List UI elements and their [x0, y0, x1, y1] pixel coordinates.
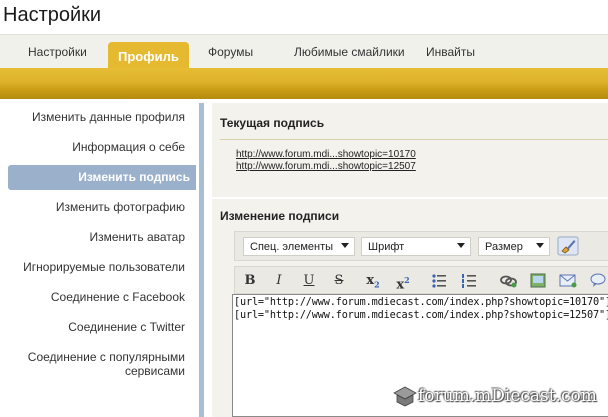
tab-favorite-smileys[interactable]: Любимые смайлики [294, 45, 405, 59]
subscript-icon: x [366, 273, 375, 288]
sidebar-item-edit-signature[interactable]: Изменить подпись [8, 165, 196, 190]
tab-settings[interactable]: Настройки [28, 45, 87, 59]
watermark: forum.mDiecast.com [418, 386, 597, 406]
page-title: Настройки [3, 4, 102, 26]
sidebar-item-label: сервисами [124, 364, 185, 378]
font-select[interactable]: Шрифт [361, 237, 471, 256]
image-icon[interactable] [527, 270, 549, 291]
signature-link[interactable]: http://www.forum.mdi...showtopic=12507 [236, 161, 416, 172]
signature-link[interactable]: http://www.forum.mdi...showtopic=10170 [236, 149, 416, 160]
special-elements-select[interactable]: Спец. элементы [243, 237, 355, 256]
sidebar-item-label: Изменить подпись [78, 170, 190, 184]
sidebar-item-facebook[interactable]: Соединение с Facebook [51, 290, 185, 304]
sidebar-item-edit-profile[interactable]: Изменить данные профиля [32, 110, 185, 124]
superscript-button[interactable]: x2 [392, 270, 414, 293]
sidebar-item-edit-photo[interactable]: Изменить фотографию [56, 200, 185, 214]
sidebar-item-popular-services[interactable]: Соединение с популярными сервисами [28, 350, 185, 378]
sidebar-item-label: Соединение с популярными [27, 350, 185, 364]
tab-forums[interactable]: Форумы [208, 45, 253, 59]
chevron-down-icon [536, 243, 544, 248]
email-icon[interactable] [557, 270, 579, 291]
editor-line: [url="http://www.forum.mdiecast.com/inde… [234, 310, 608, 321]
header-band [0, 68, 608, 99]
watermark-logo-icon [393, 386, 417, 407]
profile-sidebar: Изменить данные профиля Информация о себ… [0, 103, 199, 417]
select-value: Размер [485, 241, 523, 253]
bullet-list-icon[interactable] [428, 270, 450, 291]
superscript-icon: x [396, 277, 405, 293]
sidebar-item-about-me[interactable]: Информация о себе [72, 140, 185, 154]
size-select[interactable]: Размер [478, 237, 550, 256]
editor-line: [url="http://www.forum.mdiecast.com/inde… [234, 297, 608, 308]
sidebar-item-ignored-users[interactable]: Игнорируемые пользователи [23, 260, 185, 274]
sidebar-item-edit-avatar[interactable]: Изменить аватар [90, 230, 186, 244]
select-value: Спец. элементы [250, 241, 334, 253]
italic-button[interactable]: I [268, 270, 290, 291]
sidebar-item-twitter[interactable]: Соединение с Twitter [68, 320, 185, 334]
bold-button[interactable]: B [239, 270, 261, 291]
chevron-down-icon [341, 243, 349, 248]
settings-page: Настройки Настройки Профиль Форумы Любим… [0, 0, 608, 417]
tab-invites[interactable]: Инвайты [426, 45, 475, 59]
select-value: Шрифт [368, 241, 405, 253]
quote-icon[interactable] [587, 270, 608, 291]
link-icon[interactable] [497, 270, 519, 291]
tab-bar: Настройки Профиль Форумы Любимые смайлик… [0, 34, 608, 70]
edit-signature-title: Изменение подписи [220, 209, 340, 223]
current-signature-title: Текущая подпись [220, 116, 325, 130]
subscript-mark: 2 [374, 279, 380, 290]
main-content: Текущая подпись http://www.forum.mdi...s… [212, 103, 608, 417]
strikethrough-button[interactable]: S [328, 270, 350, 291]
underline-button[interactable]: U [298, 270, 320, 291]
superscript-mark: 2 [404, 275, 410, 285]
divider [220, 139, 608, 140]
current-signature-panel: Текущая подпись http://www.forum.mdi...s… [212, 103, 608, 197]
editor-toolbar-format: B I U S x2 x2 [234, 266, 608, 294]
editor-toolbar-top: Спец. элементы Шрифт Размер [234, 231, 608, 261]
sidebar-divider [199, 103, 204, 417]
clear-format-brush-icon[interactable] [557, 236, 579, 256]
tab-profile[interactable]: Профиль [108, 42, 189, 70]
subscript-button[interactable]: x2 [362, 270, 384, 291]
chevron-down-icon [457, 243, 465, 248]
numbered-list-icon[interactable] [458, 270, 480, 291]
